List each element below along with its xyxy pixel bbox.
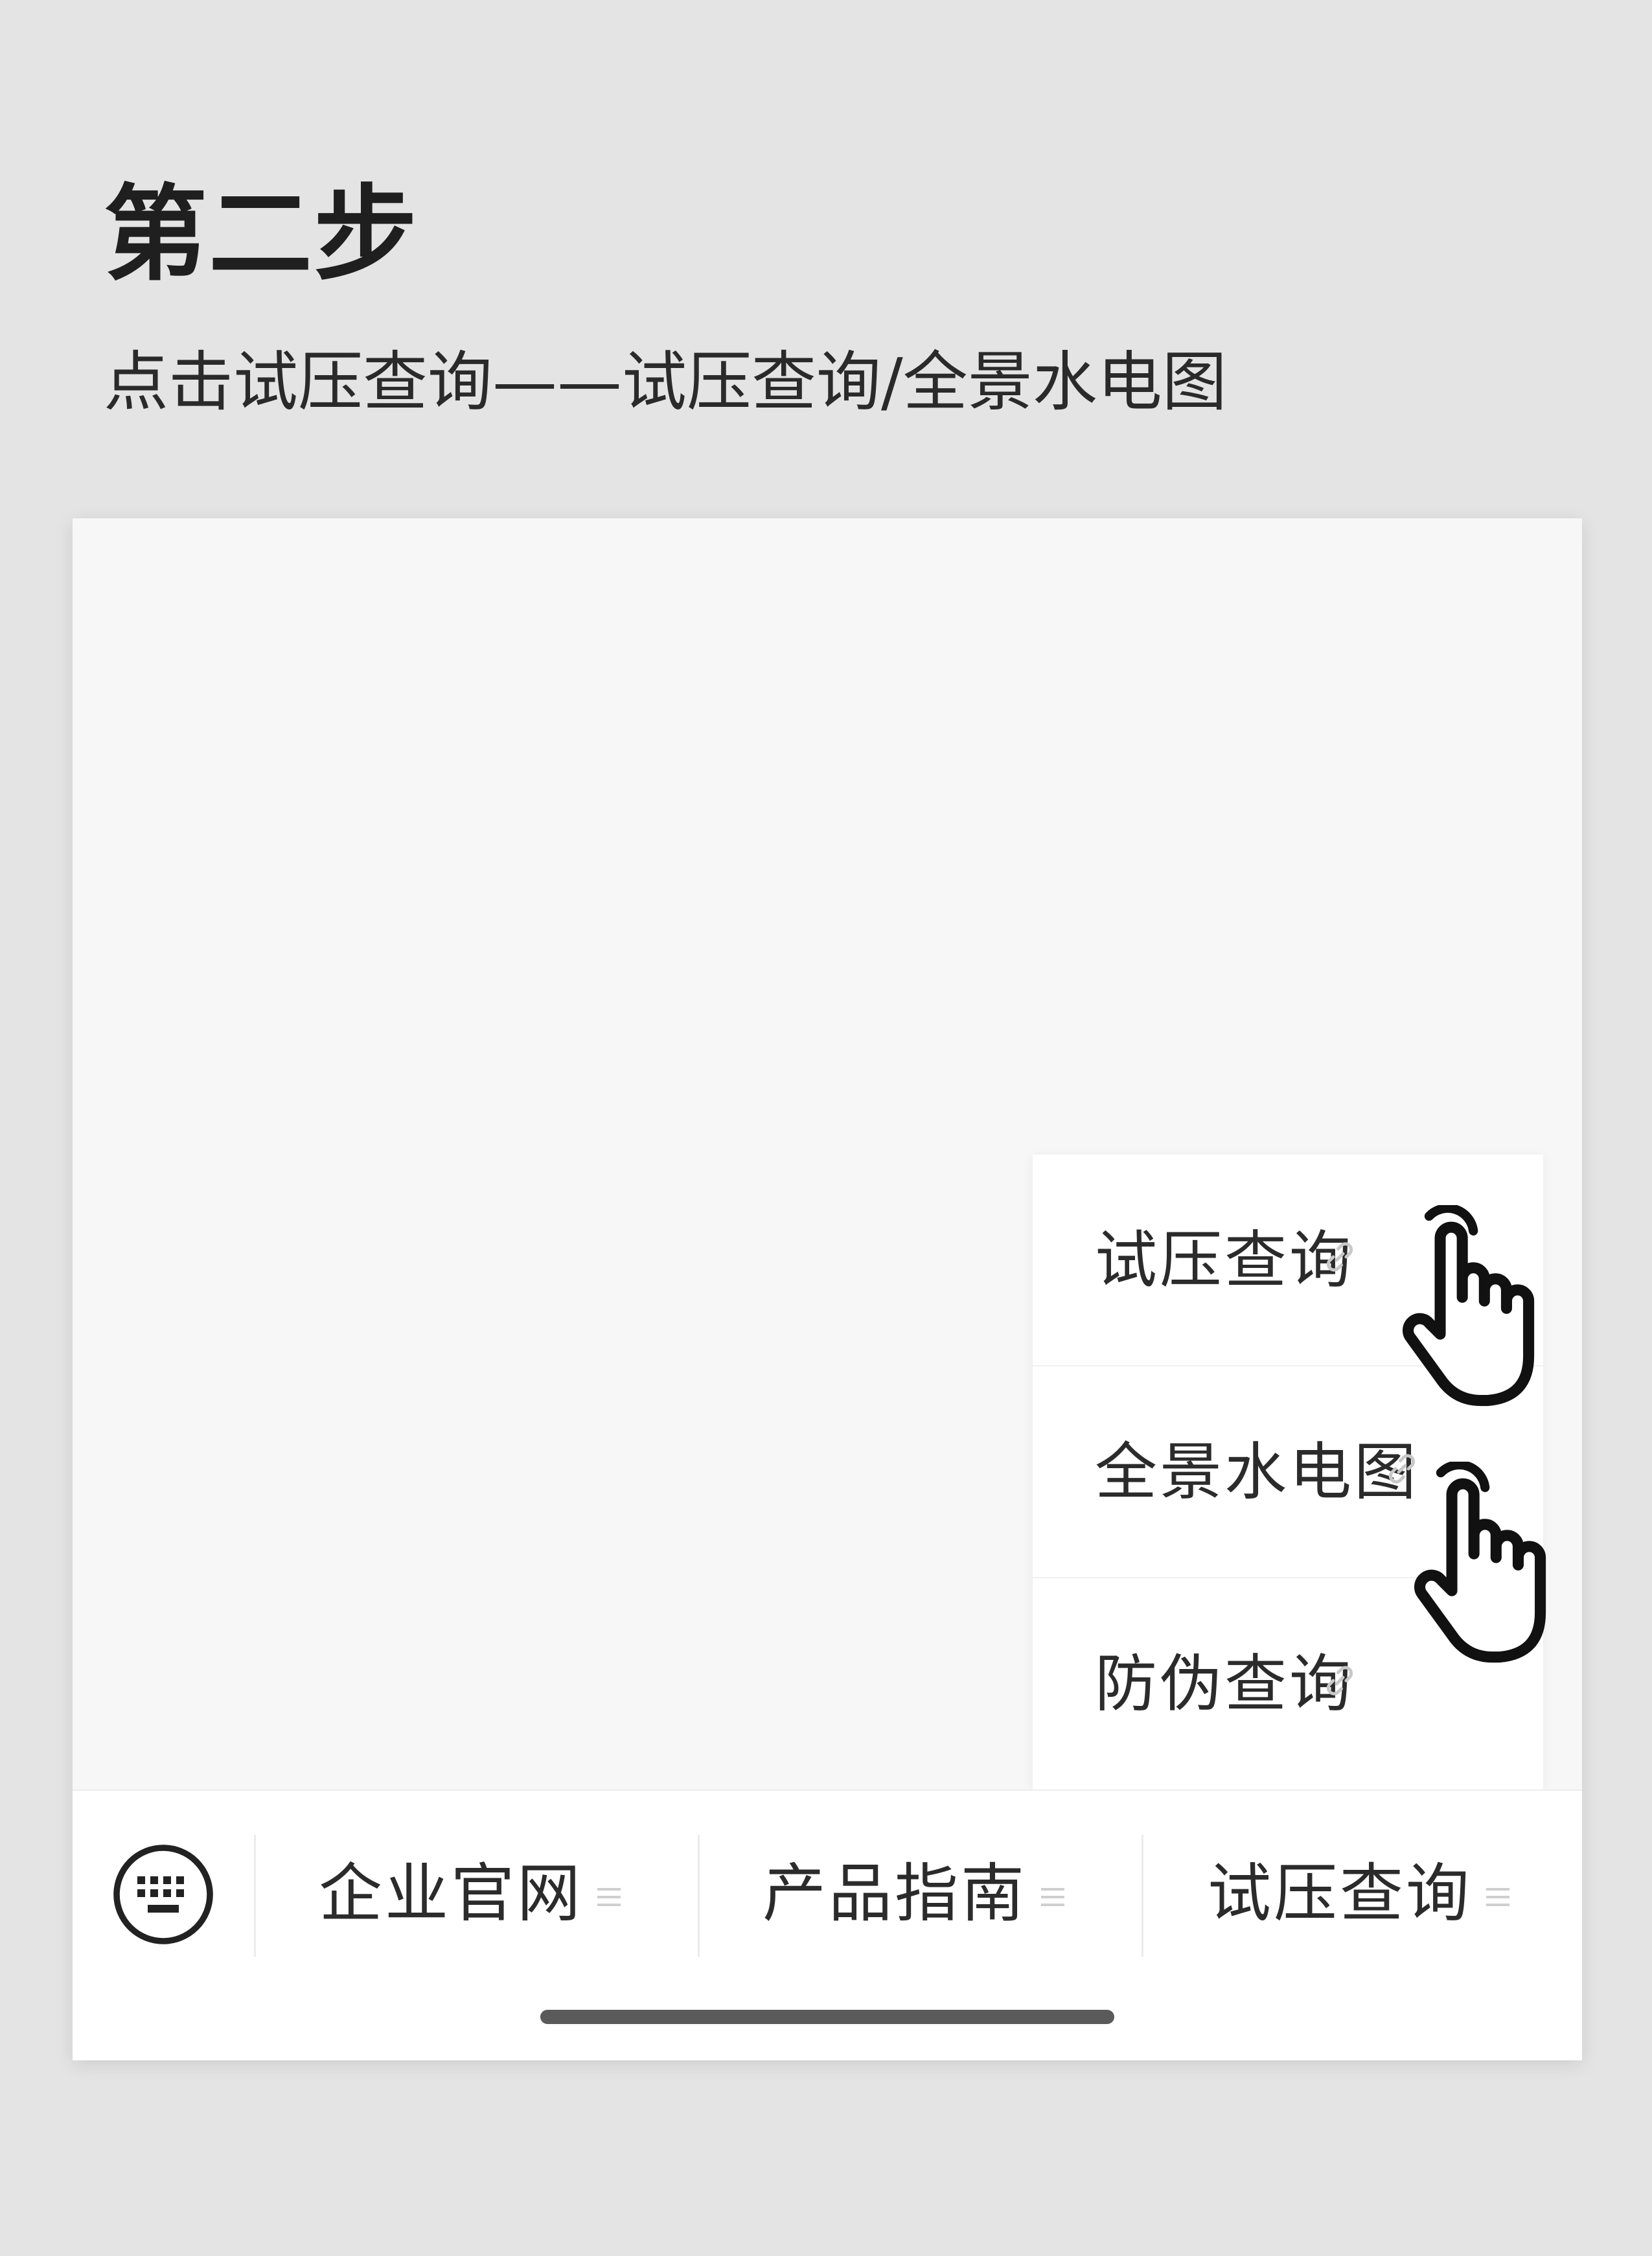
tab-label: 企业官网 xyxy=(319,1857,584,1931)
link-icon xyxy=(1326,1666,1353,1696)
step-description: 点击试压查询——试压查询/全景水电图 xyxy=(104,344,1227,420)
popup-item-label: 防伪查询 xyxy=(1095,1648,1354,1720)
tutorial-page: 第二步 点击试压查询——试压查询/全景水电图 试压查询 全景水电图 防伪查询 企… xyxy=(0,0,1652,2256)
divider xyxy=(254,1835,256,1957)
tab-label: 试压查询 xyxy=(1208,1857,1473,1931)
phone-screen: 试压查询 全景水电图 防伪查询 企业官网 产品指南 试压查询 xyxy=(73,518,1582,2060)
menu-lines-icon xyxy=(1486,1888,1509,1906)
bottom-menu-bar: 企业官网 产品指南 试压查询 xyxy=(73,1790,1582,2060)
tab-company-website[interactable]: 企业官网 xyxy=(319,1854,707,1939)
tab-pressure-query[interactable]: 试压查询 xyxy=(1208,1854,1570,1939)
link-icon xyxy=(1326,1242,1353,1272)
menu-lines-icon xyxy=(597,1888,621,1906)
menu-lines-icon xyxy=(1041,1888,1064,1906)
keyboard-icon[interactable] xyxy=(111,1843,215,1946)
popup-item-label: 全景水电图 xyxy=(1095,1436,1419,1508)
step-title: 第二步 xyxy=(104,174,419,295)
divider xyxy=(1141,1835,1143,1957)
tab-label: 产品指南 xyxy=(763,1857,1027,1931)
popup-item-label: 试压查询 xyxy=(1095,1224,1354,1296)
divider xyxy=(698,1835,700,1957)
tab-product-guide[interactable]: 产品指南 xyxy=(763,1854,1151,1939)
pointing-hand-icon xyxy=(1403,1205,1535,1407)
home-indicator[interactable] xyxy=(540,2010,1114,2024)
pointing-hand-icon xyxy=(1414,1462,1546,1663)
